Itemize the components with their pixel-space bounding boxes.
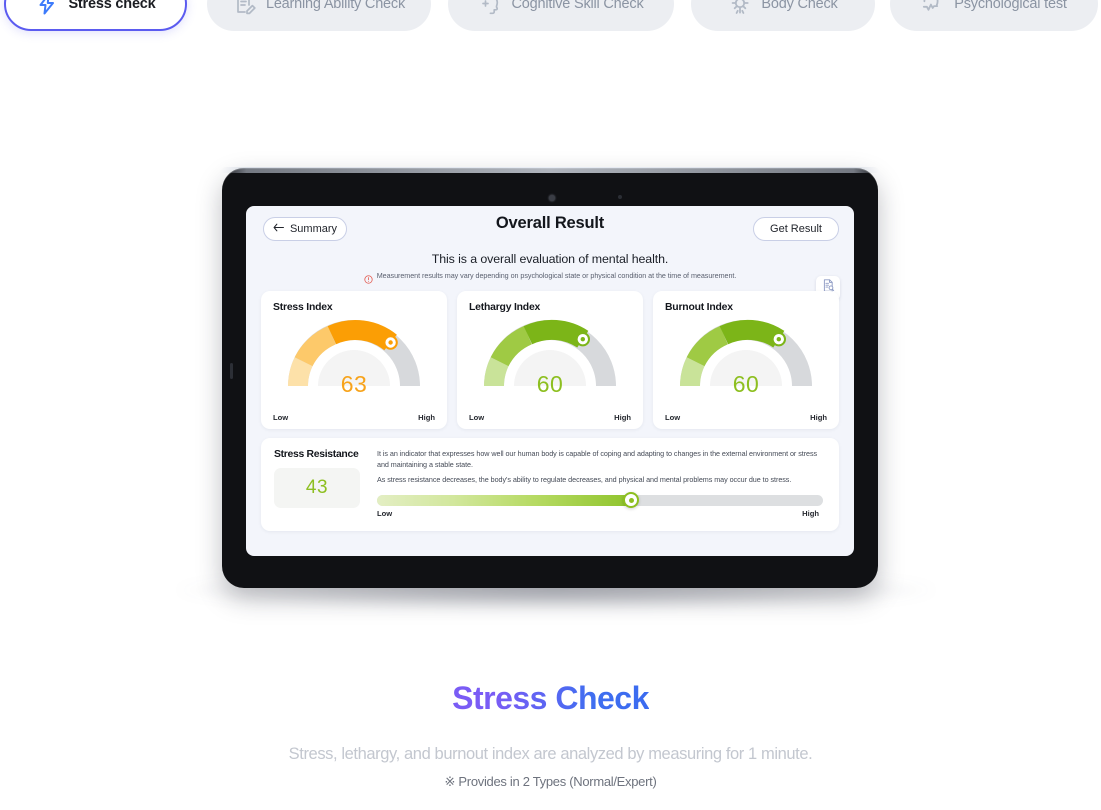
slider-high-label: High [802, 508, 819, 518]
scale-high-label: High [614, 413, 631, 422]
slider-thumb[interactable] [623, 492, 640, 509]
tablet-screen: Summary Overall Result Get Result This i… [246, 206, 854, 556]
warning-circle-icon [364, 271, 373, 284]
tab-label: Learning Ability Check [265, 0, 406, 12]
gauge-lethargy-index: 60 [469, 316, 631, 416]
feature-subtitle: Stress, lethargy, and burnout index are … [288, 745, 813, 763]
gauge-scale-labels: Low High [469, 413, 631, 422]
resistance-left: Stress Resistance 43 [274, 449, 373, 531]
notice-text: Measurement results may vary depending o… [376, 271, 737, 280]
card-burnout-index: Burnout Index 60 Low High [653, 291, 839, 429]
gauge-burnout-index: 60 [665, 316, 827, 416]
get-result-label: Get Result [770, 223, 822, 235]
card-lethargy-index: Lethargy Index 60 Low High [457, 291, 643, 429]
tablet-side-button [230, 363, 233, 379]
tab-body-check[interactable]: Body Check [691, 0, 875, 31]
tab-label: Stress check [68, 0, 156, 12]
get-result-button[interactable]: Get Result [753, 217, 839, 241]
gauge-scale-labels: Low High [273, 413, 435, 422]
measurement-notice: Measurement results may vary depending o… [246, 271, 854, 284]
index-cards: Stress Index 63 Low High Lethargy Index … [246, 280, 854, 429]
feature-note: ※ Provides in 2 Types (Normal/Expert) [444, 774, 657, 789]
tablet-frame: Summary Overall Result Get Result This i… [220, 167, 880, 588]
tab-label: Body Check [761, 0, 838, 12]
scale-low-label: Low [469, 413, 485, 422]
notepad-pencil-icon [233, 0, 257, 16]
gauge-value: 63 [340, 371, 368, 397]
tab-psychological-test[interactable]: Psychological test [890, 0, 1098, 31]
camera-icon [549, 195, 555, 201]
tablet-mockup: Summary Overall Result Get Result This i… [0, 150, 1101, 630]
resistance-description-2: As stress resistance decreases, the body… [377, 474, 792, 484]
head-plus-icon [479, 0, 503, 16]
gauge-scale-labels: Low High [665, 413, 827, 422]
slider-low-label: Low [377, 508, 393, 518]
scale-low-label: Low [665, 413, 681, 422]
feature-title: Stress Check [452, 680, 649, 716]
tab-stress-check[interactable]: Stress check [4, 0, 187, 31]
card-title: Lethargy Index [469, 302, 541, 313]
heart-pulse-icon [921, 0, 945, 16]
scale-low-label: Low [273, 413, 289, 422]
page-root: Stress check Learning Ability Check Cogn… [0, 0, 1101, 810]
resistance-right: It is an indicator that expresses how we… [373, 449, 827, 531]
card-title: Burnout Index [665, 302, 733, 313]
scale-high-label: High [418, 413, 435, 422]
scale-high-label: High [810, 413, 827, 422]
tab-learning-ability-check[interactable]: Learning Ability Check [207, 0, 431, 31]
feature-caption: Stress Check Stress, lethargy, and burno… [0, 680, 1101, 790]
bolt-icon [35, 0, 59, 16]
resistance-title: Stress Resistance [274, 449, 359, 460]
resistance-value: 43 [274, 468, 360, 508]
tab-cognitive-skill-check[interactable]: Cognitive Skill Check [448, 0, 674, 31]
gauge-value: 60 [536, 371, 564, 397]
screen-header: Summary Overall Result Get Result [246, 206, 854, 250]
gauge-value: 60 [732, 371, 760, 397]
tab-label: Cognitive Skill Check [511, 0, 644, 12]
slider-track[interactable] [377, 492, 823, 509]
sensor-icon [618, 195, 622, 199]
gauge-stress-index: 63 [273, 316, 435, 416]
slider-scale-labels: Low High [377, 509, 823, 518]
tab-label: Psychological test [954, 0, 1067, 12]
gear-sun-icon [728, 0, 752, 16]
slider-fill [377, 494, 632, 506]
card-stress-index: Stress Index 63 Low High [261, 291, 447, 429]
page-subtitle: This is a overall evaluation of mental h… [431, 252, 669, 266]
card-stress-resistance: Stress Resistance 43 It is an indicator … [261, 438, 839, 531]
resistance-slider[interactable]: Low High [377, 492, 827, 518]
card-title: Stress Index [273, 302, 333, 313]
resistance-description-1: It is an indicator that expresses how we… [377, 449, 818, 469]
